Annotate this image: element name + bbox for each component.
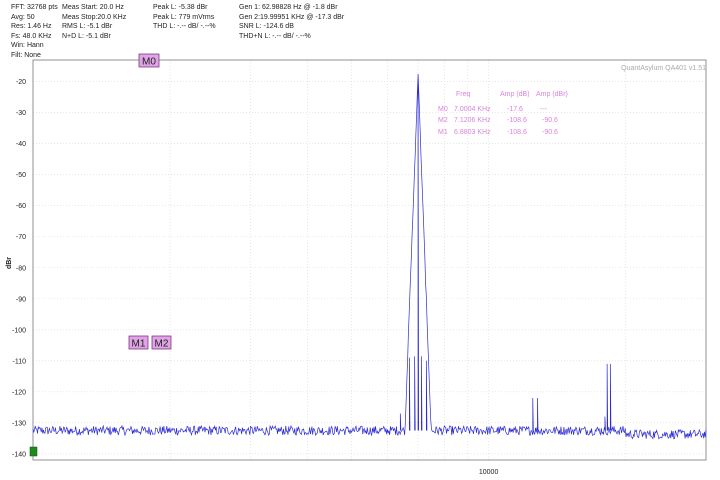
y-tick-label: -30 — [16, 110, 26, 117]
spectrum-trace — [32, 73, 707, 440]
y-tick-label: -20 — [16, 79, 26, 86]
y-axis-ticks: -20 -30 -40 -50 -60 -70 -80 -90 -100 -110 -120 -130… — [12, 79, 26, 458]
marker-row-amp-db: -17.6 — [507, 106, 523, 113]
status-indicator[interactable] — [29, 446, 38, 457]
marker-row-name: M2 — [438, 117, 448, 124]
y-tick-label: -90 — [16, 296, 26, 303]
marker-row-name: M1 — [438, 129, 448, 136]
y-tick-label: -50 — [16, 172, 26, 179]
marker-m2-label: M2 — [155, 339, 169, 350]
x-tick-label: 10000 — [479, 469, 499, 476]
marker-row-freq: 7.0004 KHz — [454, 106, 491, 113]
y-tick-label: -70 — [16, 234, 26, 241]
y-tick-label: -130 — [12, 420, 26, 427]
marker-table-header-freq: Freq — [456, 91, 471, 98]
y-tick-label: -120 — [12, 389, 26, 396]
marker-table: Freq Amp (dB) Amp (dBr) M0 7.0004 KHz -1… — [438, 91, 568, 136]
marker-table-header-amp-db: Amp (dB) — [500, 91, 530, 98]
spectrum-plot[interactable]: -20 -30 -40 -50 -60 -70 -80 -90 -100 -110 -120 -130… — [0, 0, 720, 480]
y-tick-label: -60 — [16, 203, 26, 210]
y-axis-label: dBr — [6, 257, 13, 269]
marker-m1-label: M1 — [132, 339, 146, 350]
marker-row-amp-db: -108.6 — [507, 117, 527, 124]
marker-m1[interactable]: M1 — [128, 335, 149, 350]
y-tick-label: -80 — [16, 265, 26, 272]
marker-m0[interactable]: M0 — [138, 53, 160, 68]
y-tick-label: -40 — [16, 141, 26, 148]
plot-grid — [33, 60, 706, 460]
y-tick-label: -110 — [13, 358, 27, 365]
y-tick-label: -100 — [12, 327, 26, 334]
marker-row-amp-dbr: --- — [540, 106, 548, 113]
plot-frame — [32, 59, 707, 461]
marker-row-freq: 7.1206 KHz — [454, 117, 491, 124]
marker-row-amp-dbr: -90.6 — [542, 117, 558, 124]
marker-row-amp-db: -108.6 — [507, 129, 527, 136]
marker-row-freq: 6.8803 KHz — [454, 129, 491, 136]
x-axis-ticks: 10000 — [479, 469, 499, 476]
marker-m0-label: M0 — [142, 57, 156, 68]
y-tick-label: -140 — [12, 451, 26, 458]
watermark: QuantAsylum QA401 v1.51 — [621, 65, 706, 72]
marker-table-header-amp-dbr: Amp (dBr) — [536, 91, 568, 98]
marker-m2[interactable]: M2 — [151, 335, 172, 350]
marker-row-amp-dbr: -90.6 — [542, 129, 558, 136]
marker-row-name: M0 — [438, 106, 448, 113]
